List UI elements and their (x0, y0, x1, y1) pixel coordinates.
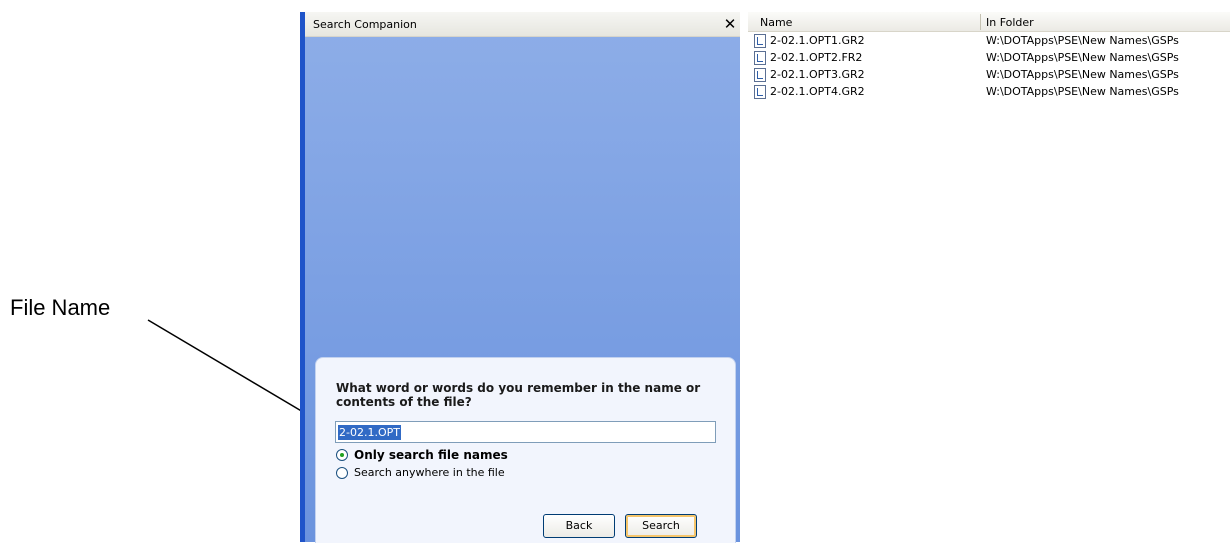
column-divider[interactable] (980, 14, 981, 30)
result-row[interactable]: 2-02.1.OPT1.GR2 W:\DOTApps\PSE\New Names… (748, 33, 1230, 50)
search-prompt: What word or words do you remember in th… (336, 381, 701, 409)
search-button[interactable]: Search (625, 514, 697, 538)
result-folder: W:\DOTApps\PSE\New Names\GSPs (986, 34, 1179, 47)
search-companion-pane: Search Companion ✕ What word or words do… (305, 12, 740, 543)
radio-unselected-icon[interactable] (336, 467, 348, 479)
file-icon (754, 85, 766, 99)
result-row[interactable]: 2-02.1.OPT3.GR2 W:\DOTApps\PSE\New Names… (748, 67, 1230, 84)
search-companion-titlebar: Search Companion ✕ (305, 12, 740, 37)
results-list: Name In Folder 2-02.1.OPT1.GR2 W:\DOTApp… (748, 12, 1230, 542)
search-input[interactable]: 2-02.1.OPT (335, 421, 716, 443)
result-file-name: 2-02.1.OPT2.FR2 (770, 51, 863, 64)
close-icon[interactable]: ✕ (722, 15, 738, 33)
result-row[interactable]: 2-02.1.OPT2.FR2 W:\DOTApps\PSE\New Names… (748, 50, 1230, 67)
result-file-name: 2-02.1.OPT1.GR2 (770, 34, 865, 47)
result-folder: W:\DOTApps\PSE\New Names\GSPs (986, 68, 1179, 81)
file-icon (754, 34, 766, 48)
result-folder: W:\DOTApps\PSE\New Names\GSPs (986, 85, 1179, 98)
column-header-name[interactable]: Name (760, 16, 792, 29)
result-file-name: 2-02.1.OPT4.GR2 (770, 85, 865, 98)
option-only-file-names-label: Only search file names (354, 448, 508, 462)
search-input-value: 2-02.1.OPT (338, 425, 401, 440)
result-folder: W:\DOTApps\PSE\New Names\GSPs (986, 51, 1179, 64)
column-header-in-folder[interactable]: In Folder (986, 16, 1034, 29)
result-row[interactable]: 2-02.1.OPT4.GR2 W:\DOTApps\PSE\New Names… (748, 84, 1230, 101)
results-column-header: Name In Folder (748, 12, 1230, 32)
search-card: What word or words do you remember in th… (315, 357, 736, 543)
annotation-label: File Name (10, 295, 111, 320)
file-icon (754, 68, 766, 82)
result-file-name: 2-02.1.OPT3.GR2 (770, 68, 865, 81)
radio-selected-icon[interactable] (336, 449, 348, 461)
search-companion-title: Search Companion (313, 18, 417, 31)
option-anywhere-in-file-label: Search anywhere in the file (354, 466, 505, 479)
file-icon (754, 51, 766, 65)
back-button[interactable]: Back (543, 514, 615, 538)
